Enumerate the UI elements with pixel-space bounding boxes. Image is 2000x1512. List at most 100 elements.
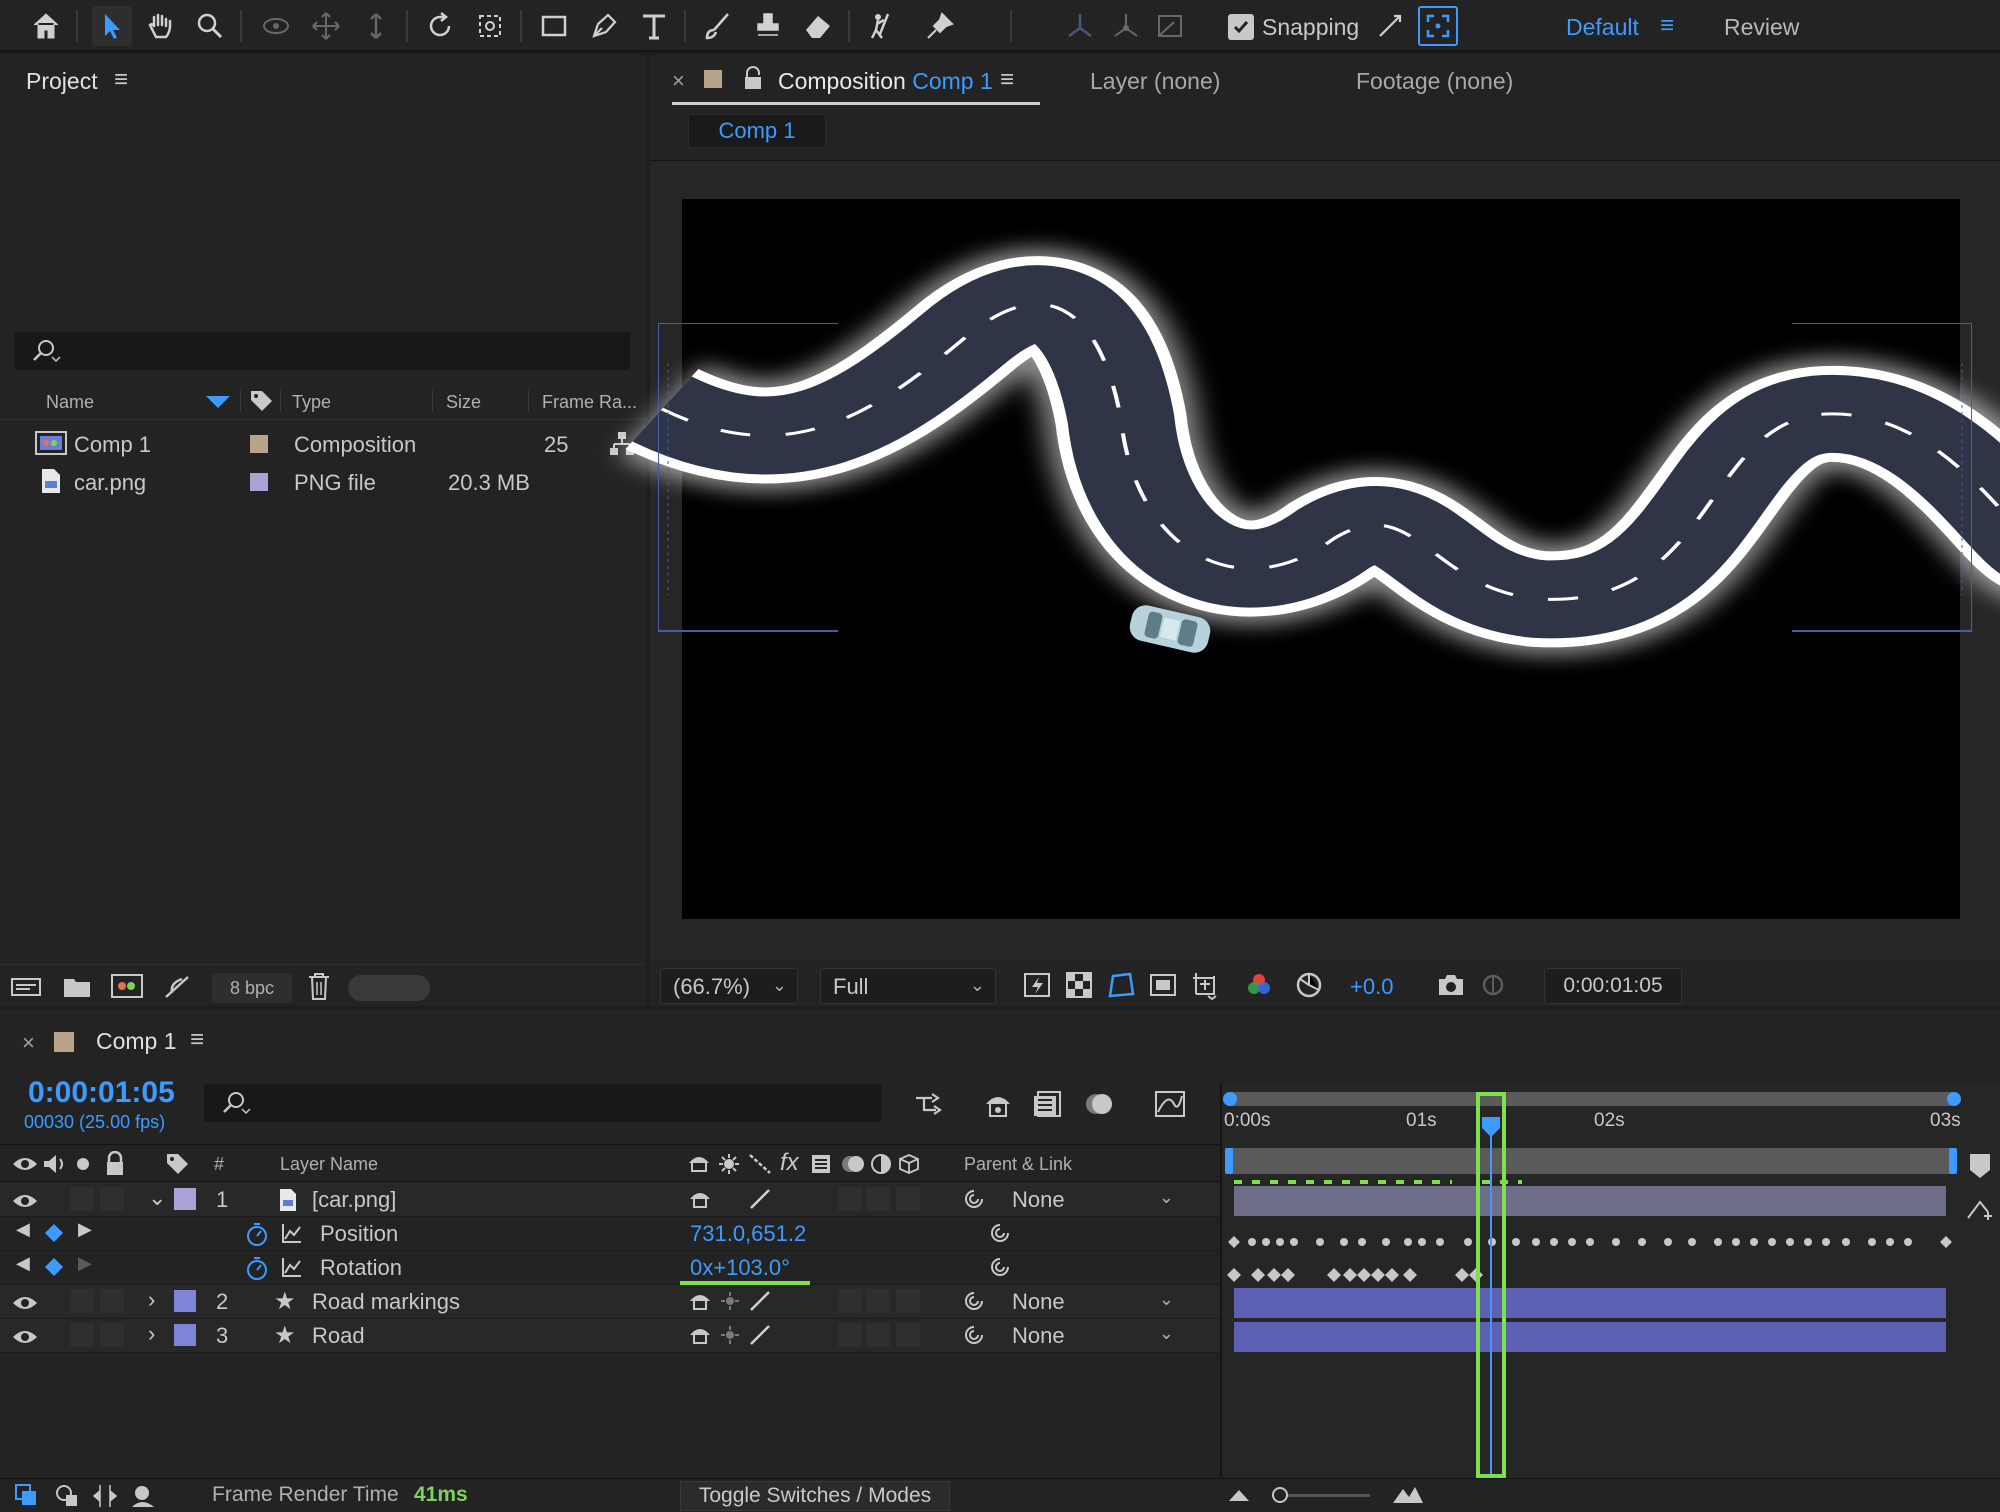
comp-marker-bin-icon[interactable] <box>1966 1152 1994 1180</box>
eye-icon[interactable] <box>12 1328 38 1346</box>
channel-rgb-icon[interactable] <box>1244 970 1274 1000</box>
rotation-keyframes[interactable] <box>1227 1268 1483 1282</box>
graph-editor-icon[interactable] <box>1152 1088 1188 1120</box>
comp-breadcrumb[interactable]: Comp 1 <box>688 114 826 148</box>
layer-bar-car[interactable] <box>1234 1186 1946 1216</box>
axis-view-icon[interactable] <box>1150 6 1190 46</box>
current-time-display[interactable]: 0:00:01:05 <box>1544 968 1682 1004</box>
shy-switch-icon[interactable] <box>688 1323 712 1347</box>
label-tag-icon[interactable] <box>248 388 274 414</box>
timeline-current-time[interactable]: 0:00:01:05 <box>28 1076 175 1110</box>
lock-toggle[interactable] <box>100 1289 124 1313</box>
comp-flowchart-icon[interactable] <box>912 1088 948 1120</box>
project-settings-icon[interactable] <box>162 973 192 1001</box>
layer-row-car[interactable]: ⌄ 1 [car.png] None ⌄ <box>0 1183 1220 1217</box>
chevron-right-icon[interactable]: › <box>148 1321 155 1347</box>
work-area-start[interactable] <box>1225 1148 1233 1174</box>
audio-speaker-icon[interactable] <box>42 1153 68 1175</box>
collapse-switch-icon[interactable] <box>718 1289 742 1313</box>
layer-bar-road[interactable] <box>1234 1322 1946 1352</box>
trash-icon[interactable] <box>306 971 332 1001</box>
panel-menu-icon[interactable]: ≡ <box>190 1026 204 1054</box>
playhead-line[interactable] <box>1490 1122 1492 1474</box>
grid-guides-icon[interactable] <box>1190 970 1220 1000</box>
pickwhip-icon[interactable] <box>962 1187 986 1211</box>
timeline-search-input[interactable] <box>204 1084 882 1122</box>
eraser-tool-icon[interactable] <box>798 6 838 46</box>
puppet-pin-tool-icon[interactable] <box>920 6 960 46</box>
eye-icon[interactable] <box>12 1155 38 1173</box>
project-search-input[interactable] <box>14 332 630 370</box>
work-area-end[interactable] <box>1949 1148 1957 1174</box>
shy-switch-icon[interactable] <box>688 1289 712 1313</box>
property-row-position[interactable]: ◀ ▶ Position 731.0,651.2 <box>0 1217 1220 1251</box>
layer-row-road-markings[interactable]: › 2 ★ Road markings None ⌄ <box>0 1285 1220 1319</box>
stopwatch-icon[interactable] <box>244 1221 270 1247</box>
label-color-swatch[interactable] <box>174 1188 196 1210</box>
fast-previews-icon[interactable] <box>1022 970 1052 1000</box>
tab-footage[interactable]: Footage (none) <box>1356 68 1513 95</box>
hand-tool-icon[interactable] <box>140 6 180 46</box>
eye-icon[interactable] <box>12 1294 38 1312</box>
lock-toggle[interactable] <box>100 1323 124 1347</box>
timeline-zoom-slider[interactable] <box>1276 1494 1370 1497</box>
parent-dropdown[interactable]: None ⌄ <box>1002 1321 1178 1351</box>
render-time-icon[interactable] <box>128 1483 158 1509</box>
region-of-interest-icon[interactable] <box>1148 970 1178 1000</box>
home-icon[interactable] <box>26 6 66 46</box>
brush-tool-icon[interactable] <box>698 6 738 46</box>
column-frame-rate[interactable]: Frame Ra... <box>542 392 637 413</box>
anchor-point-tool-icon[interactable] <box>470 6 510 46</box>
3d-toggle[interactable] <box>896 1289 920 1313</box>
pan-camera-icon[interactable] <box>306 6 346 46</box>
pickwhip-icon[interactable] <box>988 1221 1012 1245</box>
parent-dropdown[interactable]: None ⌄ <box>1002 1287 1178 1317</box>
lock-icon[interactable] <box>104 1151 126 1177</box>
label-tag-icon[interactable] <box>164 1151 190 1177</box>
eye-icon[interactable] <box>12 1192 38 1210</box>
mask-visibility-icon[interactable] <box>1106 970 1136 1000</box>
new-folder-icon[interactable] <box>62 975 92 999</box>
prev-keyframe-icon[interactable]: ◀ <box>16 1219 30 1240</box>
transparency-grid-icon[interactable] <box>1064 970 1094 1000</box>
quality-switch-icon[interactable] <box>748 1289 772 1313</box>
column-layer-name[interactable]: Layer Name <box>280 1154 378 1175</box>
resolution-dropdown[interactable]: Full ⌄ <box>820 968 996 1004</box>
orbit-camera-icon[interactable] <box>256 6 296 46</box>
shy-switch-icon[interactable] <box>688 1187 712 1211</box>
layer-name[interactable]: Road <box>312 1323 365 1349</box>
pen-tool-icon[interactable] <box>584 6 624 46</box>
prev-keyframe-icon[interactable]: ◀ <box>16 1253 30 1274</box>
axis-world-icon[interactable] <box>1106 6 1146 46</box>
adjustment-toggle[interactable] <box>866 1187 890 1211</box>
sort-descending-icon[interactable] <box>206 396 230 408</box>
motion-blur-toggle[interactable] <box>838 1289 862 1313</box>
rotate-tool-icon[interactable] <box>420 6 460 46</box>
label-color-swatch[interactable] <box>174 1290 196 1312</box>
panel-menu-icon[interactable]: ≡ <box>114 66 128 94</box>
quality-switch-icon[interactable] <box>748 1323 772 1347</box>
collapse-switch-icon[interactable] <box>718 1323 742 1347</box>
parent-dropdown[interactable]: None ⌄ <box>1002 1185 1178 1215</box>
label-color-swatch[interactable] <box>250 473 268 491</box>
snapping-checkbox[interactable] <box>1228 14 1254 40</box>
workspace-menu-icon[interactable]: ≡ <box>1660 12 1674 40</box>
navigator-end-handle[interactable] <box>1947 1092 1961 1106</box>
graph-icon[interactable] <box>280 1221 304 1245</box>
lock-toggle[interactable] <box>100 1187 124 1211</box>
quality-switch-icon[interactable] <box>748 1187 772 1211</box>
shy-layers-icon[interactable] <box>980 1088 1016 1120</box>
label-color-swatch[interactable] <box>174 1324 196 1346</box>
panel-menu-icon[interactable]: ≡ <box>1000 66 1014 94</box>
playhead-handle[interactable] <box>1481 1116 1501 1138</box>
snap-features-icon[interactable] <box>1418 6 1458 46</box>
column-type[interactable]: Type <box>292 392 331 413</box>
layer-name[interactable]: Road markings <box>312 1289 460 1315</box>
chevron-right-icon[interactable]: › <box>148 1287 155 1313</box>
next-keyframe-icon[interactable]: ▶ <box>78 1253 92 1274</box>
clone-stamp-tool-icon[interactable] <box>748 6 788 46</box>
zoom-out-mountain-icon[interactable] <box>1228 1487 1250 1503</box>
close-icon[interactable]: × <box>672 68 685 94</box>
3d-toggle[interactable] <box>896 1323 920 1347</box>
solo-toggle[interactable] <box>70 1187 94 1211</box>
